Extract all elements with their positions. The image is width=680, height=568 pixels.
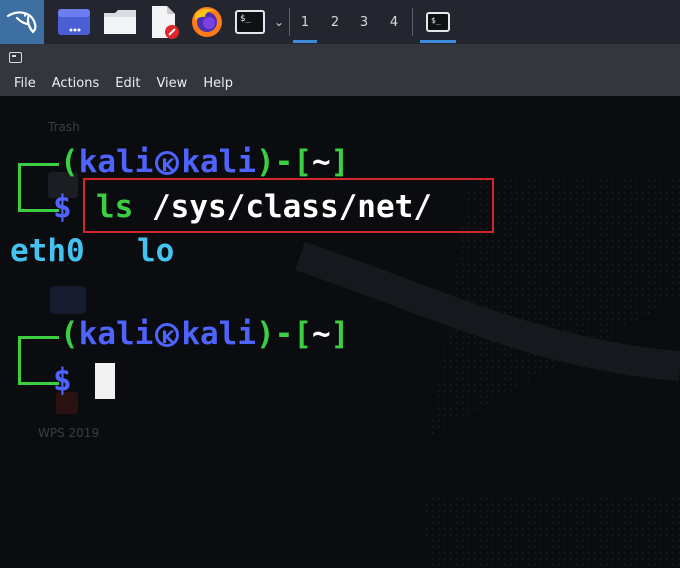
- taskbar-terminal-window[interactable]: $_: [416, 0, 460, 44]
- command-highlight-box: [83, 178, 494, 233]
- folder-icon: [104, 10, 136, 34]
- prompt-host: kali: [181, 316, 256, 352]
- text-editor-icon: [152, 6, 179, 39]
- workspace-4[interactable]: 4: [379, 0, 409, 44]
- firefox-icon: [192, 7, 222, 37]
- terminal-menu-bar: File Actions Edit View Help: [0, 71, 680, 96]
- prompt-open-paren: (: [60, 144, 79, 180]
- prompt-dir: ~: [311, 144, 331, 180]
- terminal-launcher-icon: $_: [235, 10, 265, 34]
- terminal-output-area[interactable]: Trash WPS 2019 (kalikali)-[~] $ ls /sys/…: [0, 96, 680, 568]
- terminal-launcher-button[interactable]: $_: [230, 0, 270, 44]
- workspace-3[interactable]: 3: [349, 0, 379, 44]
- prompt-open-paren: (: [60, 316, 79, 352]
- workspace-2[interactable]: 2: [320, 0, 350, 44]
- prompt-dir: ~: [311, 316, 331, 352]
- prompt-line-1: (kalikali)-[~]: [60, 144, 350, 184]
- panel-divider: [412, 8, 413, 36]
- prompt-line-2: (kalikali)-[~]: [60, 316, 350, 356]
- prompt-symbol: $: [53, 362, 72, 398]
- prompt-user: kali: [78, 144, 154, 180]
- prompt-symbol: $: [53, 189, 72, 225]
- prompt-close: )-[: [255, 144, 312, 180]
- output-eth0: eth0: [10, 233, 85, 269]
- prompt-close: )-[: [255, 316, 312, 352]
- kali-dragon-icon: [6, 11, 37, 34]
- show-desktop-icon: [58, 9, 90, 35]
- show-desktop-button[interactable]: [52, 0, 96, 44]
- menu-help[interactable]: Help: [195, 76, 241, 91]
- menu-view[interactable]: View: [148, 76, 195, 91]
- prompt-end: ]: [330, 144, 350, 180]
- prompt-end: ]: [330, 316, 350, 352]
- screen: $_ ⌄ 1 2 3 4 $_ File Actions Edit View H…: [0, 0, 680, 568]
- terminal-window-icon: [9, 52, 22, 63]
- menu-file[interactable]: File: [6, 76, 44, 91]
- kali-skull-icon: [155, 320, 180, 356]
- kali-menu-button[interactable]: [0, 0, 44, 44]
- prompt-host: kali: [181, 144, 256, 180]
- chevron-down-icon[interactable]: ⌄: [270, 0, 288, 44]
- menu-edit[interactable]: Edit: [107, 76, 148, 91]
- menu-actions[interactable]: Actions: [44, 76, 108, 91]
- firefox-button[interactable]: [186, 0, 228, 44]
- prompt-user: kali: [78, 316, 154, 352]
- terminal-title-bar[interactable]: [0, 44, 680, 71]
- top-panel: $_ ⌄ 1 2 3 4 $_: [0, 0, 680, 44]
- output-lo: lo: [137, 233, 175, 269]
- text-cursor: [95, 363, 115, 399]
- terminal-icon: $_: [426, 12, 450, 32]
- kali-skull-icon: [155, 148, 180, 184]
- text-editor-button[interactable]: [144, 0, 184, 44]
- workspace-1[interactable]: 1: [290, 0, 320, 44]
- file-manager-button[interactable]: [98, 0, 142, 44]
